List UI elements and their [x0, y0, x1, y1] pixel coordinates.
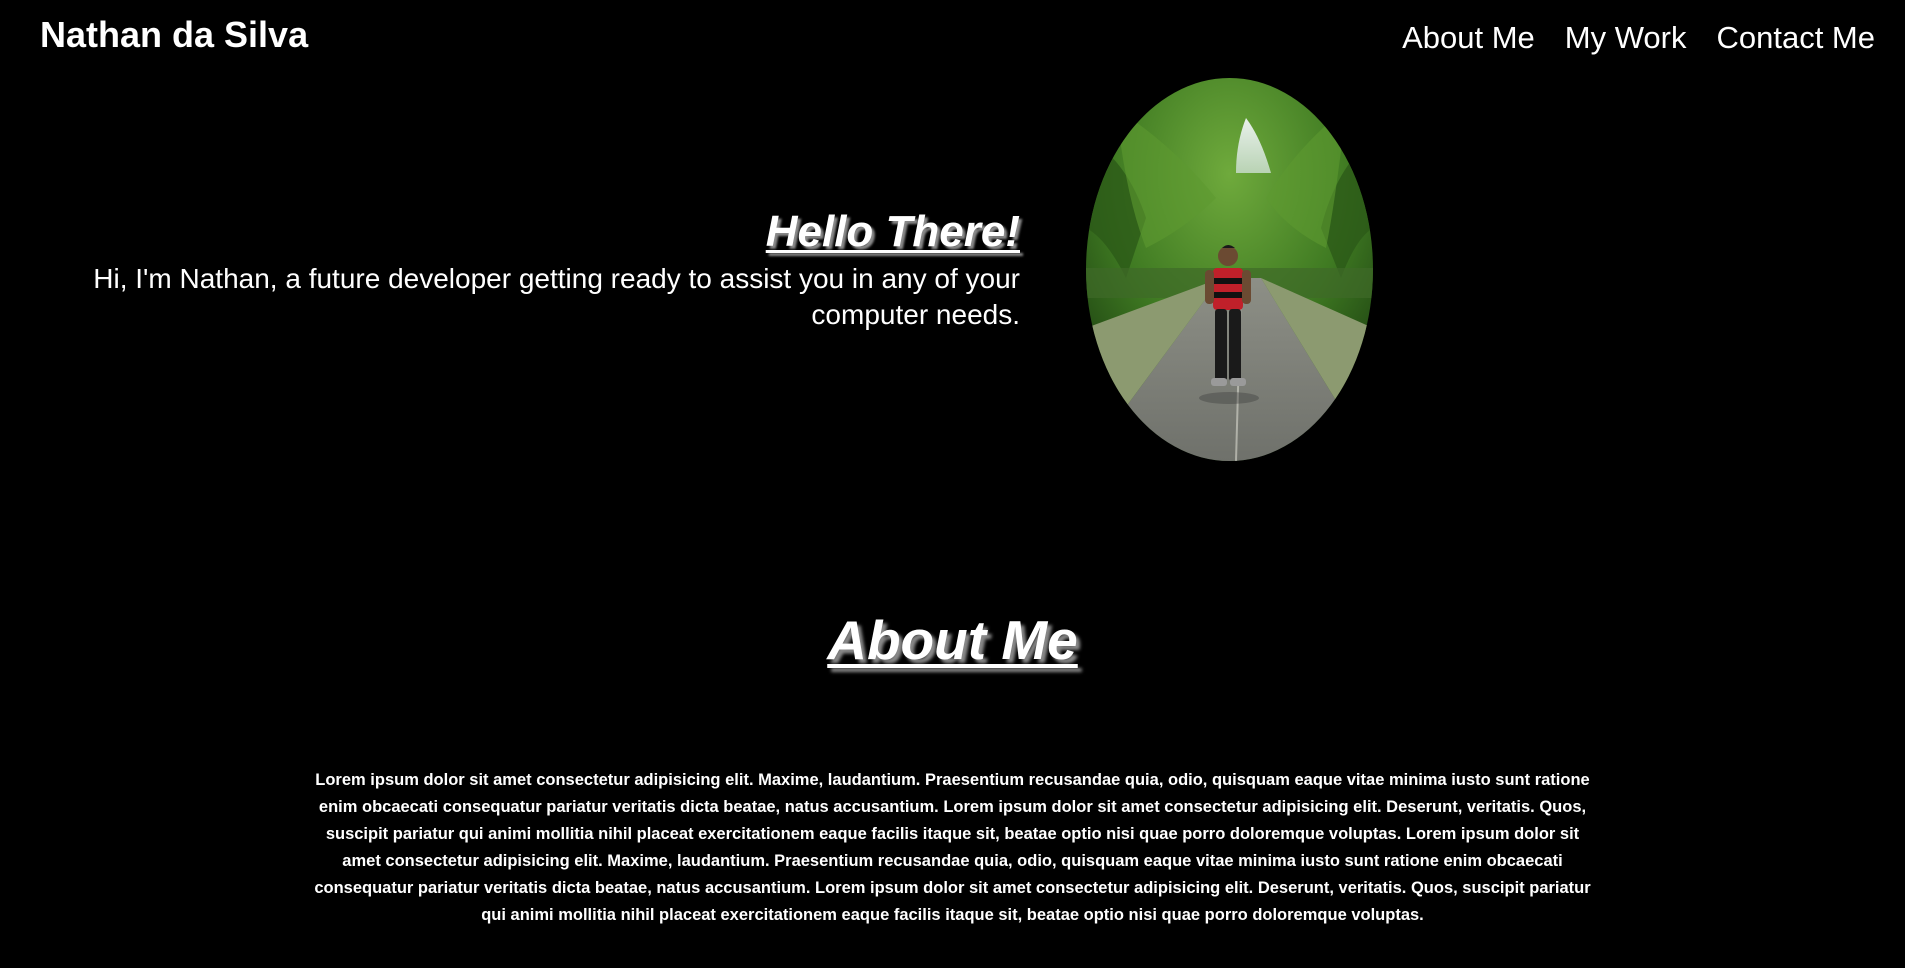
main-nav: About Me My Work Contact Me [1402, 18, 1875, 58]
about-section: About Me Lorem ipsum dolor sit amet cons… [0, 605, 1905, 924]
site-header: Nathan da Silva About Me My Work Contact… [0, 0, 1905, 70]
hero-subtitle: Hi, I'm Nathan, a future developer getti… [93, 263, 1020, 330]
page: Nathan da Silva About Me My Work Contact… [0, 0, 1905, 968]
hero-title: Hello There! [765, 207, 1020, 256]
nav-my-work[interactable]: My Work [1565, 18, 1687, 58]
nav-contact-me[interactable]: Contact Me [1716, 18, 1875, 58]
hero-section: Hello There! Hi, I'm Nathan, a future de… [0, 70, 1905, 470]
nav-about-me[interactable]: About Me [1402, 18, 1535, 58]
profile-photo-illustration [1086, 78, 1373, 461]
profile-photo [1086, 78, 1373, 461]
hero-text: Hello There! Hi, I'm Nathan, a future de… [80, 207, 1020, 333]
brand-name: Nathan da Silva [40, 14, 309, 55]
about-body: Lorem ipsum dolor sit amet consectetur a… [314, 771, 1591, 924]
about-title: About Me [827, 609, 1078, 671]
